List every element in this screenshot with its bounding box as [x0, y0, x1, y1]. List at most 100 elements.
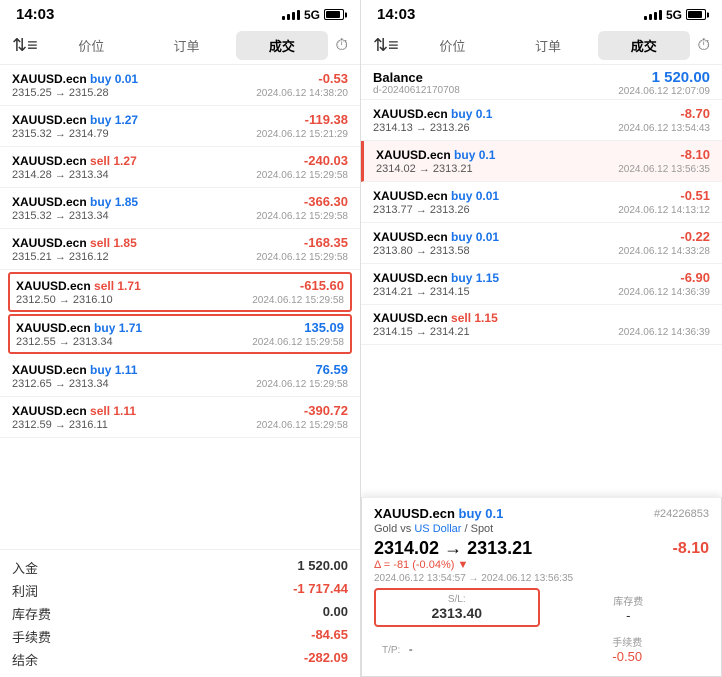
summary-value: -282.09	[304, 650, 348, 669]
detail-popup: XAUUSD.ecn buy 0.1 #24226853 Gold vs US …	[361, 497, 722, 677]
right-trade-pnl: -0.51	[680, 188, 710, 203]
detail-sl-box: S/L: 2313.40	[374, 588, 540, 627]
left-battery	[324, 9, 344, 20]
right-trade-symbol: XAUUSD.ecn buy 0.1	[376, 148, 495, 162]
detail-price: 2314.02 → 2313.21	[374, 538, 532, 559]
right-clock-icon[interactable]: ⏱	[694, 35, 714, 57]
left-tab-chengjiao[interactable]: 成交	[236, 31, 327, 60]
trade-pnl: -168.35	[304, 235, 348, 250]
detail-pnl: -8.10	[673, 540, 709, 558]
right-trade-prices: 2314.15 → 2314.21	[373, 326, 470, 338]
left-time: 14:03	[16, 6, 54, 23]
trade-symbol: XAUUSD.ecn sell 1.27	[12, 154, 137, 168]
right-trade-symbol: XAUUSD.ecn sell 1.15	[373, 311, 498, 325]
summary-label: 入金	[12, 558, 38, 577]
detail-time: 2024.06.12 13:54:57 → 2024.06.12 13:56:3…	[374, 573, 709, 584]
right-tab-jiwei[interactable]: 价位	[407, 31, 499, 60]
trade-prices: 2315.21 → 2316.12	[12, 251, 109, 263]
right-trade-item[interactable]: XAUUSD.ecn buy 1.15 -6.90 2314.21 → 2314…	[361, 264, 722, 305]
summary-value: 1 520.00	[297, 558, 348, 577]
right-trade-symbol: XAUUSD.ecn buy 1.15	[373, 271, 499, 285]
left-trade-item[interactable]: XAUUSD.ecn sell 1.27 -240.03 2314.28 → 2…	[0, 147, 360, 188]
detail-storage: 库存费 -	[548, 589, 710, 627]
balance-row: Balance d-20240612170708 1 520.00 2024.0…	[361, 65, 722, 100]
trade-pnl: 135.09	[304, 320, 344, 335]
trade-pnl: 76.59	[315, 362, 348, 377]
trade-symbol: XAUUSD.ecn buy 1.71	[16, 321, 142, 335]
trade-date: 2024.06.12 15:29:58	[256, 211, 348, 222]
trade-prices: 2314.28 → 2313.34	[12, 169, 109, 181]
trade-pnl: -240.03	[304, 153, 348, 168]
trade-prices: 2315.32 → 2314.79	[12, 128, 109, 140]
trade-symbol: XAUUSD.ecn buy 1.11	[12, 363, 137, 377]
right-network: 5G	[666, 8, 682, 22]
left-trade-item[interactable]: XAUUSD.ecn sell 1.11 -390.72 2312.59 → 2…	[0, 397, 360, 438]
right-battery	[686, 9, 706, 20]
summary-row: 手续费 -84.65	[12, 625, 348, 648]
right-trade-item[interactable]: XAUUSD.ecn sell 1.15 2314.15 → 2314.21 2…	[361, 305, 722, 345]
right-tab-dingdan[interactable]: 订单	[502, 31, 594, 60]
left-trade-item[interactable]: XAUUSD.ecn buy 1.85 -366.30 2315.32 → 23…	[0, 188, 360, 229]
left-clock-icon[interactable]: ⏱	[332, 35, 352, 57]
right-trade-date: 2024.06.12 14:36:39	[618, 287, 710, 298]
left-sort-icon[interactable]: ⇅≡	[8, 33, 42, 58]
left-trade-item[interactable]: XAUUSD.ecn buy 0.01 -0.53 2315.25 → 2315…	[0, 65, 360, 106]
right-status-bar: 14:03 5G	[361, 0, 722, 27]
trade-pnl: -390.72	[304, 403, 348, 418]
right-trade-item[interactable]: XAUUSD.ecn buy 0.1 -8.10 2314.02 → 2313.…	[361, 141, 722, 182]
right-trade-date: 2024.06.12 14:33:28	[618, 246, 710, 257]
detail-delta: Δ = -81 (-0.04%) ▼	[374, 559, 709, 571]
right-sort-icon[interactable]: ⇅≡	[369, 33, 403, 58]
left-signal-bars	[282, 10, 300, 20]
detail-symbol: XAUUSD.ecn buy 0.1	[374, 506, 503, 521]
left-tab-dingdan[interactable]: 订单	[141, 31, 232, 60]
left-trade-item[interactable]: XAUUSD.ecn sell 1.71 -615.60 2312.50 → 2…	[8, 272, 352, 312]
trade-pnl: -366.30	[304, 194, 348, 209]
balance-account: d-20240612170708	[373, 85, 460, 96]
detail-subtitle: Gold vs US Dollar / Spot	[374, 523, 709, 535]
trade-date: 2024.06.12 15:29:58	[256, 420, 348, 431]
summary-row: 库存费 0.00	[12, 602, 348, 625]
right-trade-item[interactable]: XAUUSD.ecn buy 0.01 -0.22 2313.80 → 2313…	[361, 223, 722, 264]
left-network: 5G	[304, 8, 320, 22]
left-summary: 入金 1 520.00 利润 -1 717.44 库存费 0.00 手续费 -8…	[0, 549, 360, 677]
trade-date: 2024.06.12 15:29:58	[252, 337, 344, 348]
summary-value: -84.65	[311, 627, 348, 646]
left-status-bar: 14:03 5G	[0, 0, 360, 27]
summary-row: 入金 1 520.00	[12, 556, 348, 579]
trade-prices: 2312.50 → 2316.10	[16, 294, 113, 306]
left-status-right: 5G	[282, 8, 344, 22]
left-trade-item[interactable]: XAUUSD.ecn buy 1.11 76.59 2312.65 → 2313…	[0, 356, 360, 397]
right-trade-pnl: -0.22	[680, 229, 710, 244]
summary-row: 结余 -282.09	[12, 648, 348, 671]
right-tab-chengjiao[interactable]: 成交	[598, 31, 690, 60]
left-tab-jiwei[interactable]: 价位	[46, 31, 137, 60]
detail-commission: 手续费 -0.50	[546, 630, 710, 668]
right-trade-item[interactable]: XAUUSD.ecn buy 0.01 -0.51 2313.77 → 2313…	[361, 182, 722, 223]
detail-id: #24226853	[654, 508, 709, 520]
right-trade-date: 2024.06.12 13:56:35	[618, 164, 710, 175]
summary-value: -1 717.44	[293, 581, 348, 600]
balance-value: 1 520.00	[618, 69, 710, 86]
left-trade-item[interactable]: XAUUSD.ecn buy 1.71 135.09 2312.55 → 231…	[8, 314, 352, 354]
summary-label: 手续费	[12, 627, 51, 646]
right-trade-item[interactable]: XAUUSD.ecn buy 0.1 -8.70 2314.13 → 2313.…	[361, 100, 722, 141]
trade-prices: 2312.55 → 2313.34	[16, 336, 113, 348]
right-trade-prices: 2314.02 → 2313.21	[376, 163, 473, 175]
left-trade-item[interactable]: XAUUSD.ecn buy 1.27 -119.38 2315.32 → 23…	[0, 106, 360, 147]
right-trade-date: 2024.06.12 13:54:43	[618, 123, 710, 134]
right-trade-date: 2024.06.12 14:36:39	[618, 327, 710, 338]
right-status-right: 5G	[644, 8, 706, 22]
summary-label: 库存费	[12, 604, 51, 623]
right-trade-prices: 2314.21 → 2314.15	[373, 286, 470, 298]
summary-label: 利润	[12, 581, 38, 600]
right-trade-prices: 2313.80 → 2313.58	[373, 245, 470, 257]
trade-symbol: XAUUSD.ecn sell 1.71	[16, 279, 141, 293]
left-trade-item[interactable]: XAUUSD.ecn sell 1.85 -168.35 2315.21 → 2…	[0, 229, 360, 270]
detail-tp: T/P: -	[374, 636, 538, 662]
trade-date: 2024.06.12 15:21:29	[256, 129, 348, 140]
right-signal-bars	[644, 10, 662, 20]
right-time: 14:03	[377, 6, 415, 23]
right-trade-date: 2024.06.12 14:13:12	[618, 205, 710, 216]
left-panel: 14:03 5G ⇅≡ 价位 订单 成交 ⏱ XAUUSD.ecn buy 0.…	[0, 0, 361, 677]
